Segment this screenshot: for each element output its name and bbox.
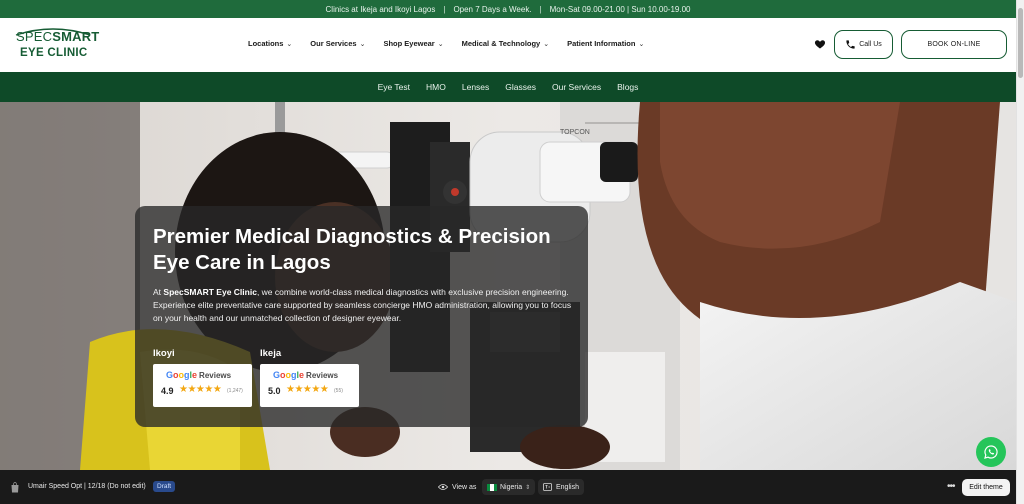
nav-label: Locations xyxy=(248,39,284,48)
chevron-down-icon: ⌄ xyxy=(543,40,550,48)
google-reviews-logo: Google Reviews xyxy=(273,370,339,380)
call-us-label: Call Us xyxy=(859,41,882,48)
sub-nav: Eye Test HMO Lenses Glasses Our Services… xyxy=(0,72,1016,102)
hero-desc-brand: SpecSMART Eye Clinic xyxy=(163,287,257,297)
review-count: (55) xyxy=(334,388,343,394)
subnav-our-services[interactable]: Our Services xyxy=(552,82,601,92)
edit-theme-button[interactable]: Edit theme xyxy=(962,479,1010,496)
location-label-ikeja: Ikeja xyxy=(260,348,282,359)
nav-label: Medical & Technology xyxy=(461,39,541,48)
country-selector[interactable]: Nigeria ⇕ xyxy=(482,479,536,495)
announcement-clinics: Clinics at Ikeja and Ikoyi Lagos xyxy=(325,4,436,14)
announcement-bar: Clinics at Ikeja and Ikoyi Lagos | Open … xyxy=(0,0,1016,18)
eye-icon xyxy=(438,484,448,490)
nav-label: Patient Information xyxy=(567,39,636,48)
star-rating-icon: ★★★★★ xyxy=(286,384,329,395)
whatsapp-button[interactable] xyxy=(976,437,1006,467)
chevron-down-icon: ⌄ xyxy=(359,40,366,48)
logo-wordmark: SPECSMART xyxy=(16,29,99,44)
call-us-button[interactable]: Call Us xyxy=(834,30,893,59)
nav-medical-technology[interactable]: Medical & Technology ⌄ xyxy=(462,39,550,48)
nav-patient-information[interactable]: Patient Information ⌄ xyxy=(567,39,644,48)
location-label-ikoyi: Ikoyi xyxy=(153,348,175,359)
subnav-glasses[interactable]: Glasses xyxy=(505,82,536,92)
heart-icon[interactable] xyxy=(814,38,826,50)
hero-section: TOPCON Premier Medical Diagnostics & Pre… xyxy=(0,102,1016,470)
review-score: 4.9 xyxy=(161,386,174,396)
view-as-label: View as xyxy=(452,483,477,491)
announcement-separator: | xyxy=(443,4,446,14)
view-as-control[interactable]: View as xyxy=(438,483,476,491)
chevron-down-icon: ⌄ xyxy=(437,40,444,48)
hero-title: Premier Medical Diagnostics & Precision … xyxy=(153,225,551,274)
theme-editor-bar: Umair Speed Opt | 12/18 (Do not edit) Dr… xyxy=(0,470,1024,504)
chevron-updown-icon: ⇕ xyxy=(525,484,531,491)
book-online-button[interactable]: BOOK ON-LINE xyxy=(901,30,1007,59)
announcement-open-days: Open 7 Days a Week. xyxy=(453,4,532,14)
nav-label: Shop Eyewear xyxy=(383,39,435,48)
subnav-blogs[interactable]: Blogs xyxy=(617,82,638,92)
shopify-bag-icon xyxy=(11,482,19,493)
google-reviews-logo: Google Reviews xyxy=(166,370,232,380)
reviews-word: Reviews xyxy=(306,371,339,380)
chevron-down-icon: ⌄ xyxy=(286,40,293,48)
chevron-down-icon: ⌄ xyxy=(638,40,645,48)
language-selector[interactable]: English xyxy=(538,479,584,495)
nav-locations[interactable]: Locations ⌄ xyxy=(248,39,292,48)
logo-smart: SMART xyxy=(52,29,100,44)
logo-spec: SPEC xyxy=(16,29,53,44)
site-header: SPECSMART EYE CLINIC Locations ⌄ Our Serv… xyxy=(0,18,1016,72)
logo-eye-clinic: EYE CLINIC xyxy=(20,47,88,59)
language-label: English xyxy=(556,483,579,491)
nav-label: Our Services xyxy=(310,39,357,48)
country-label: Nigeria xyxy=(500,483,523,491)
subnav-lenses[interactable]: Lenses xyxy=(462,82,489,92)
page-scrollbar[interactable] xyxy=(1016,0,1024,504)
announcement-hours: Mon-Sat 09.00-21.00 | Sun 10.00-19.00 xyxy=(549,4,691,14)
hero-desc-prefix: At xyxy=(153,287,164,297)
subnav-eye-test[interactable]: Eye Test xyxy=(378,82,410,92)
scrollbar-thumb[interactable] xyxy=(1018,8,1023,78)
review-count: (1,247) xyxy=(227,388,243,394)
subnav-hmo[interactable]: HMO xyxy=(426,82,446,92)
phone-icon xyxy=(846,40,855,49)
translate-icon xyxy=(543,483,552,491)
edit-theme-label: Edit theme xyxy=(969,484,1003,491)
announcement-separator: | xyxy=(539,4,542,14)
draft-badge: Draft xyxy=(153,481,176,492)
google-reviews-ikeja[interactable]: Google Reviews 5.0 ★★★★★ (55) xyxy=(260,364,359,407)
star-rating-icon: ★★★★★ xyxy=(179,384,222,395)
store-name: Umair Speed Opt | 12/18 (Do not edit) xyxy=(28,483,146,490)
hero-description: At SpecSMART Eye Clinic, we combine worl… xyxy=(153,286,573,325)
page: Clinics at Ikeja and Ikoyi Lagos | Open … xyxy=(0,0,1024,504)
nav-our-services[interactable]: Our Services ⌄ xyxy=(310,39,365,48)
specsmart-logo[interactable]: SPECSMART EYE CLINIC xyxy=(14,25,99,65)
book-online-label: BOOK ON-LINE xyxy=(927,41,981,48)
google-reviews-ikoyi[interactable]: Google Reviews 4.9 ★★★★★ (1,247) xyxy=(153,364,252,407)
nav-shop-eyewear[interactable]: Shop Eyewear ⌄ xyxy=(383,39,443,48)
review-score: 5.0 xyxy=(268,386,281,396)
nigeria-flag-icon xyxy=(487,483,497,491)
photo-topcon-text: TOPCON xyxy=(560,129,590,136)
reviews-word: Reviews xyxy=(199,371,232,380)
more-options-icon[interactable]: ••• xyxy=(947,481,955,492)
whatsapp-icon xyxy=(984,445,998,459)
main-nav: Locations ⌄ Our Services ⌄ Shop Eyewear ⌄ M… xyxy=(248,39,644,48)
